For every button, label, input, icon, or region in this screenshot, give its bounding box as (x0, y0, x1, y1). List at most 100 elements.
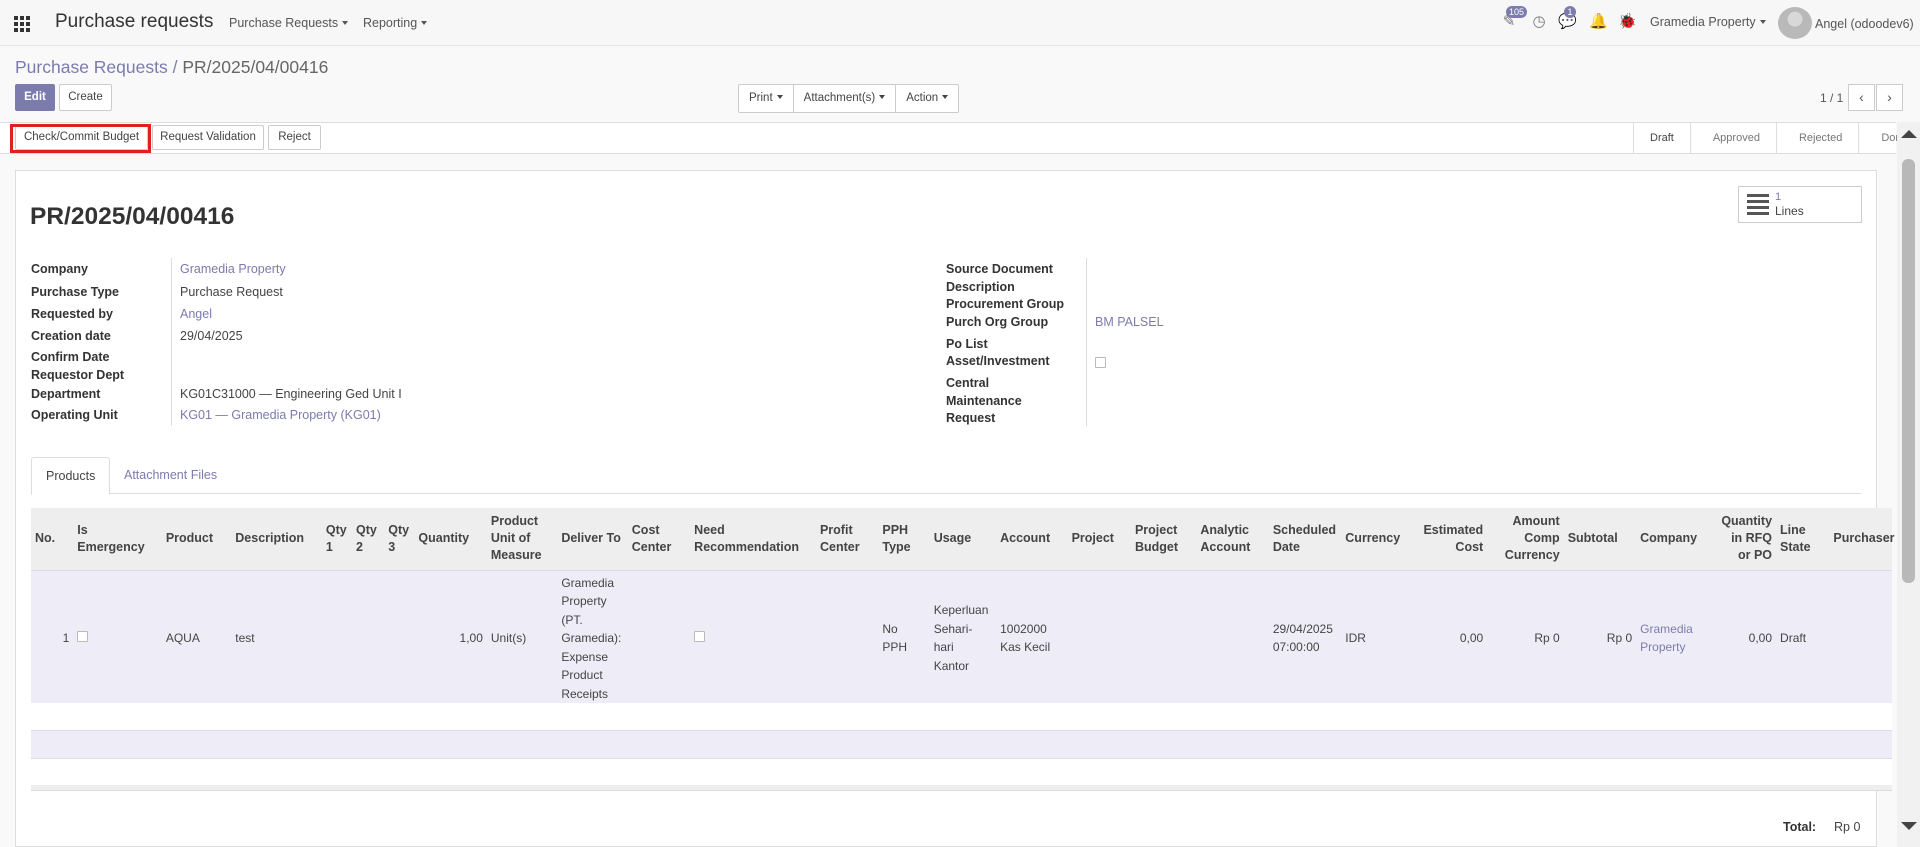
scrollbar-thumb[interactable] (1902, 159, 1915, 583)
label-requested-by: Requested by (31, 307, 113, 321)
cell-qty2 (352, 570, 385, 707)
cell-purchaser (1829, 570, 1892, 707)
scrollbar[interactable] (1897, 122, 1920, 847)
label-central-maintenance-request: Central Maintenance Request (946, 376, 1022, 425)
value-department: KG01C31000 — Engineering Ged Unit I (180, 387, 402, 401)
value-company[interactable]: Gramedia Property (180, 262, 286, 276)
label-department: Department (31, 387, 101, 401)
label-purchase-type: Purchase Type (31, 285, 120, 299)
column-header[interactable]: Estimated Cost (1418, 508, 1488, 571)
column-header[interactable]: Need Recommendation (690, 508, 816, 571)
column-header[interactable]: No. (31, 508, 74, 571)
menu-reporting[interactable]: Reporting (363, 16, 428, 30)
column-header[interactable]: Usage (929, 508, 997, 571)
create-button[interactable]: Create (59, 84, 112, 111)
lines-smart-button[interactable]: 1 Lines (1738, 186, 1862, 223)
cell-company: Gramedia Property (1636, 570, 1715, 707)
cell-quantity: 1,00 (414, 570, 487, 707)
table-footer (31, 785, 1892, 791)
column-header[interactable]: Purchaser (1829, 508, 1895, 571)
cell-is-emergency (73, 570, 162, 707)
column-header[interactable]: Project (1067, 508, 1131, 571)
edit-button[interactable]: Edit (15, 84, 55, 111)
column-header[interactable]: Company (1636, 508, 1715, 571)
action-button[interactable]: Action (896, 85, 958, 112)
cell-description: test (231, 570, 322, 707)
asset-investment-checkbox[interactable] (1095, 357, 1106, 368)
breadcrumb-parent[interactable]: Purchase Requests (15, 57, 168, 77)
table-row[interactable]: 1 AQUA test 1,00 Unit(s) Gramedia Proper… (31, 570, 1892, 707)
cell-qty3 (384, 570, 415, 707)
cell-qty1 (321, 570, 353, 707)
column-header[interactable]: Project Budget (1130, 508, 1197, 571)
pager-next-icon[interactable]: › (1876, 84, 1903, 111)
reject-button[interactable]: Reject (268, 125, 321, 150)
column-header[interactable]: Quantity in RFQ or PO (1714, 508, 1777, 571)
cell-pph-type: No PPH (878, 570, 930, 707)
total-label: Total: (1783, 820, 1817, 834)
column-header[interactable]: Product Unit of Measure (486, 508, 558, 571)
empty-row[interactable] (31, 759, 1892, 787)
apps-menu-icon[interactable] (14, 16, 30, 32)
attachments-button[interactable]: Attachment(s) (794, 85, 897, 112)
is-emergency-checkbox[interactable] (77, 631, 89, 642)
column-header[interactable]: Amount Comp Currency (1487, 508, 1564, 571)
scroll-down-icon[interactable] (1901, 822, 1917, 830)
column-header[interactable]: PPH Type (878, 508, 930, 571)
need-recommendation-checkbox[interactable] (694, 631, 706, 642)
column-header[interactable]: Qty 1 (321, 508, 353, 571)
empty-row[interactable] (31, 731, 1892, 759)
column-header[interactable]: Line State (1776, 508, 1830, 571)
label-description: Description (946, 280, 1015, 294)
column-header[interactable]: Scheduled Date (1268, 508, 1342, 571)
app-title: Purchase requests (55, 11, 214, 32)
column-header[interactable]: Subtotal (1563, 508, 1637, 571)
chat-badge: 1 (1564, 6, 1576, 18)
stage-rejected: Rejected (1775, 122, 1858, 154)
cell-uom: Unit(s) (486, 570, 558, 707)
bug-icon[interactable]: 🐞 (1618, 13, 1637, 31)
empty-row[interactable] (31, 703, 1892, 731)
clock-icon[interactable]: ◷ (1530, 13, 1548, 31)
company-switcher[interactable]: Gramedia Property (1650, 15, 1766, 29)
breadcrumb-current: PR/2025/04/00416 (182, 57, 329, 77)
value-operating-unit[interactable]: KG01 — Gramedia Property (KG01) (180, 408, 381, 422)
column-header[interactable]: Account (996, 508, 1068, 571)
column-header[interactable]: Is Emergency (73, 508, 162, 571)
menu-purchase-requests[interactable]: Purchase Requests (229, 16, 349, 30)
label-procurement-group: Procurement Group (946, 297, 1065, 311)
scroll-up-icon[interactable] (1901, 130, 1917, 138)
user-menu[interactable]: Angel (odoodev6) (1815, 17, 1914, 31)
total-value: Rp 0 (1834, 820, 1861, 834)
request-validation-button[interactable]: Request Validation (152, 125, 264, 150)
label-requestor-dept: Requestor Dept (31, 368, 125, 382)
tab-products[interactable]: Products (31, 457, 111, 495)
lines-count: 1 (1775, 191, 1782, 203)
column-header[interactable]: Currency (1341, 508, 1419, 571)
column-header[interactable]: Qty 3 (384, 508, 415, 571)
cell-estimated-cost: 0,00 (1418, 570, 1488, 707)
cell-cost-center (627, 570, 691, 707)
bell-icon[interactable]: 🔔 (1589, 13, 1608, 31)
value-requested-by[interactable]: Angel (180, 307, 212, 321)
column-header[interactable]: Cost Center (627, 508, 691, 571)
chat-icon[interactable]: 💬 1 (1558, 6, 1577, 31)
print-button[interactable]: Print (739, 85, 794, 112)
value-purchase-type: Purchase Request (180, 285, 283, 299)
activity-badge: 105 (1506, 6, 1528, 18)
tab-attachment-files[interactable]: Attachment Files (110, 457, 231, 495)
activity-icon[interactable]: ✎ 105 (1500, 6, 1528, 31)
column-header[interactable]: Profit Center (815, 508, 879, 571)
column-header[interactable]: Analytic Account (1196, 508, 1269, 571)
cell-line-state: Draft (1776, 570, 1830, 707)
column-header[interactable]: Qty 2 (352, 508, 385, 571)
column-header[interactable]: Product (161, 508, 232, 571)
column-header[interactable]: Quantity (414, 508, 487, 571)
company-link[interactable]: Gramedia Property (1640, 622, 1693, 655)
value-purch-org-group[interactable]: BM PALSEL (1095, 315, 1164, 329)
cell-need-recommendation (690, 570, 816, 707)
column-header[interactable]: Deliver To (557, 508, 628, 571)
column-header[interactable]: Description (231, 508, 322, 571)
pager-previous-icon[interactable]: ‹ (1848, 84, 1875, 111)
avatar[interactable] (1778, 7, 1812, 39)
